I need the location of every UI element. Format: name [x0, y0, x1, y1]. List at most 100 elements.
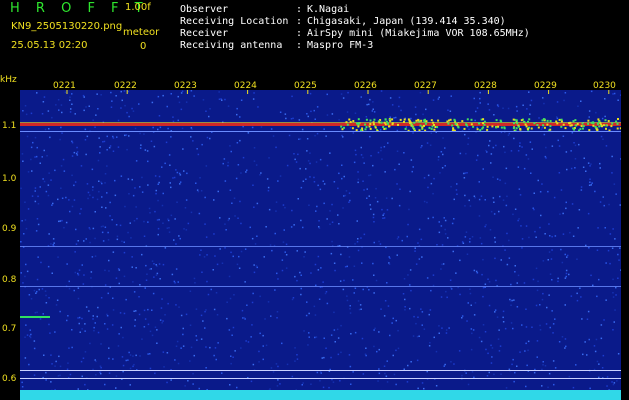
- noise-speck: [372, 101, 374, 103]
- noise-speck: [502, 107, 504, 109]
- noise-speck: [106, 149, 108, 151]
- noise-speck: [66, 319, 68, 322]
- noise-speck: [319, 371, 322, 373]
- noise-speck: [133, 291, 136, 293]
- noise-speck: [479, 102, 481, 104]
- noise-speck: [512, 213, 514, 216]
- noise-speck: [154, 372, 156, 375]
- noise-speck: [229, 297, 232, 300]
- noise-speck: [69, 99, 71, 101]
- signal-speck: [619, 127, 621, 130]
- signal-speck: [433, 124, 435, 126]
- noise-speck: [203, 256, 206, 258]
- noise-speck: [36, 146, 38, 149]
- noise-speck: [189, 360, 191, 362]
- noise-speck: [260, 172, 262, 174]
- noise-speck: [397, 329, 399, 332]
- noise-speck: [436, 244, 438, 246]
- noise-speck: [200, 190, 203, 192]
- noise-speck: [285, 267, 288, 269]
- noise-speck: [442, 263, 445, 265]
- noise-speck: [564, 92, 567, 94]
- noise-speck: [276, 311, 279, 313]
- noise-speck: [444, 147, 446, 149]
- signal-speck: [579, 128, 582, 131]
- noise-speck: [168, 231, 171, 233]
- noise-speck: [252, 292, 254, 295]
- noise-speck: [108, 259, 110, 262]
- noise-speck: [507, 107, 510, 110]
- signal-speck: [558, 118, 561, 121]
- noise-speck: [560, 189, 563, 191]
- noise-speck: [396, 150, 399, 152]
- noise-speck: [611, 172, 613, 174]
- noise-speck: [582, 166, 585, 168]
- noise-speck: [326, 164, 329, 167]
- signal-speck: [611, 122, 614, 125]
- noise-speck: [531, 326, 533, 328]
- noise-speck: [444, 228, 446, 231]
- noise-speck: [384, 171, 386, 173]
- noise-speck: [221, 99, 223, 101]
- noise-speck: [237, 164, 240, 166]
- signal-speck: [482, 122, 485, 125]
- noise-speck: [403, 368, 405, 370]
- noise-speck: [437, 159, 440, 161]
- noise-speck: [105, 207, 107, 209]
- noise-speck: [421, 145, 423, 147]
- noise-speck: [369, 135, 371, 138]
- noise-speck: [331, 113, 334, 115]
- noise-speck: [464, 133, 466, 136]
- noise-speck: [34, 156, 36, 158]
- noise-speck: [565, 275, 567, 278]
- noise-speck: [244, 281, 246, 283]
- noise-speck: [85, 238, 87, 240]
- noise-speck: [271, 249, 273, 252]
- noise-speck: [561, 261, 564, 264]
- noise-speck: [253, 160, 256, 162]
- faint-line: [20, 246, 621, 247]
- noise-speck: [442, 153, 444, 156]
- signal-speck: [576, 123, 579, 125]
- noise-speck: [279, 383, 281, 385]
- noise-speck: [139, 284, 141, 286]
- noise-speck: [438, 96, 440, 99]
- noise-speck: [420, 146, 422, 149]
- noise-speck: [444, 219, 447, 222]
- noise-speck: [247, 341, 250, 343]
- noise-speck: [270, 367, 273, 369]
- noise-speck: [158, 218, 160, 221]
- signal-speck: [403, 118, 406, 121]
- noise-speck: [151, 334, 154, 337]
- noise-speck: [594, 350, 597, 353]
- noise-speck: [409, 269, 412, 271]
- noise-speck: [353, 161, 356, 164]
- noise-speck: [265, 344, 268, 347]
- noise-speck: [71, 205, 74, 208]
- noise-speck: [132, 194, 135, 197]
- noise-speck: [349, 199, 351, 202]
- noise-speck: [315, 161, 318, 163]
- noise-speck: [106, 315, 109, 317]
- noise-speck: [22, 160, 24, 162]
- noise-speck: [24, 357, 27, 359]
- noise-speck: [357, 178, 360, 181]
- signal-speck: [582, 125, 585, 128]
- signal-speck: [549, 120, 552, 122]
- signal-speck: [472, 125, 475, 128]
- noise-speck: [274, 232, 276, 235]
- noise-speck: [368, 195, 370, 197]
- noise-speck: [562, 135, 565, 137]
- noise-speck: [84, 383, 86, 386]
- noise-speck: [216, 263, 219, 266]
- noise-speck: [157, 95, 160, 98]
- noise-speck: [42, 313, 44, 315]
- noise-speck: [67, 362, 69, 364]
- noise-speck: [154, 175, 157, 177]
- noise-speck: [236, 263, 239, 266]
- noise-speck: [213, 233, 215, 235]
- noise-speck: [470, 304, 472, 306]
- noise-speck: [617, 277, 619, 279]
- noise-speck: [193, 354, 195, 357]
- noise-speck: [398, 105, 400, 108]
